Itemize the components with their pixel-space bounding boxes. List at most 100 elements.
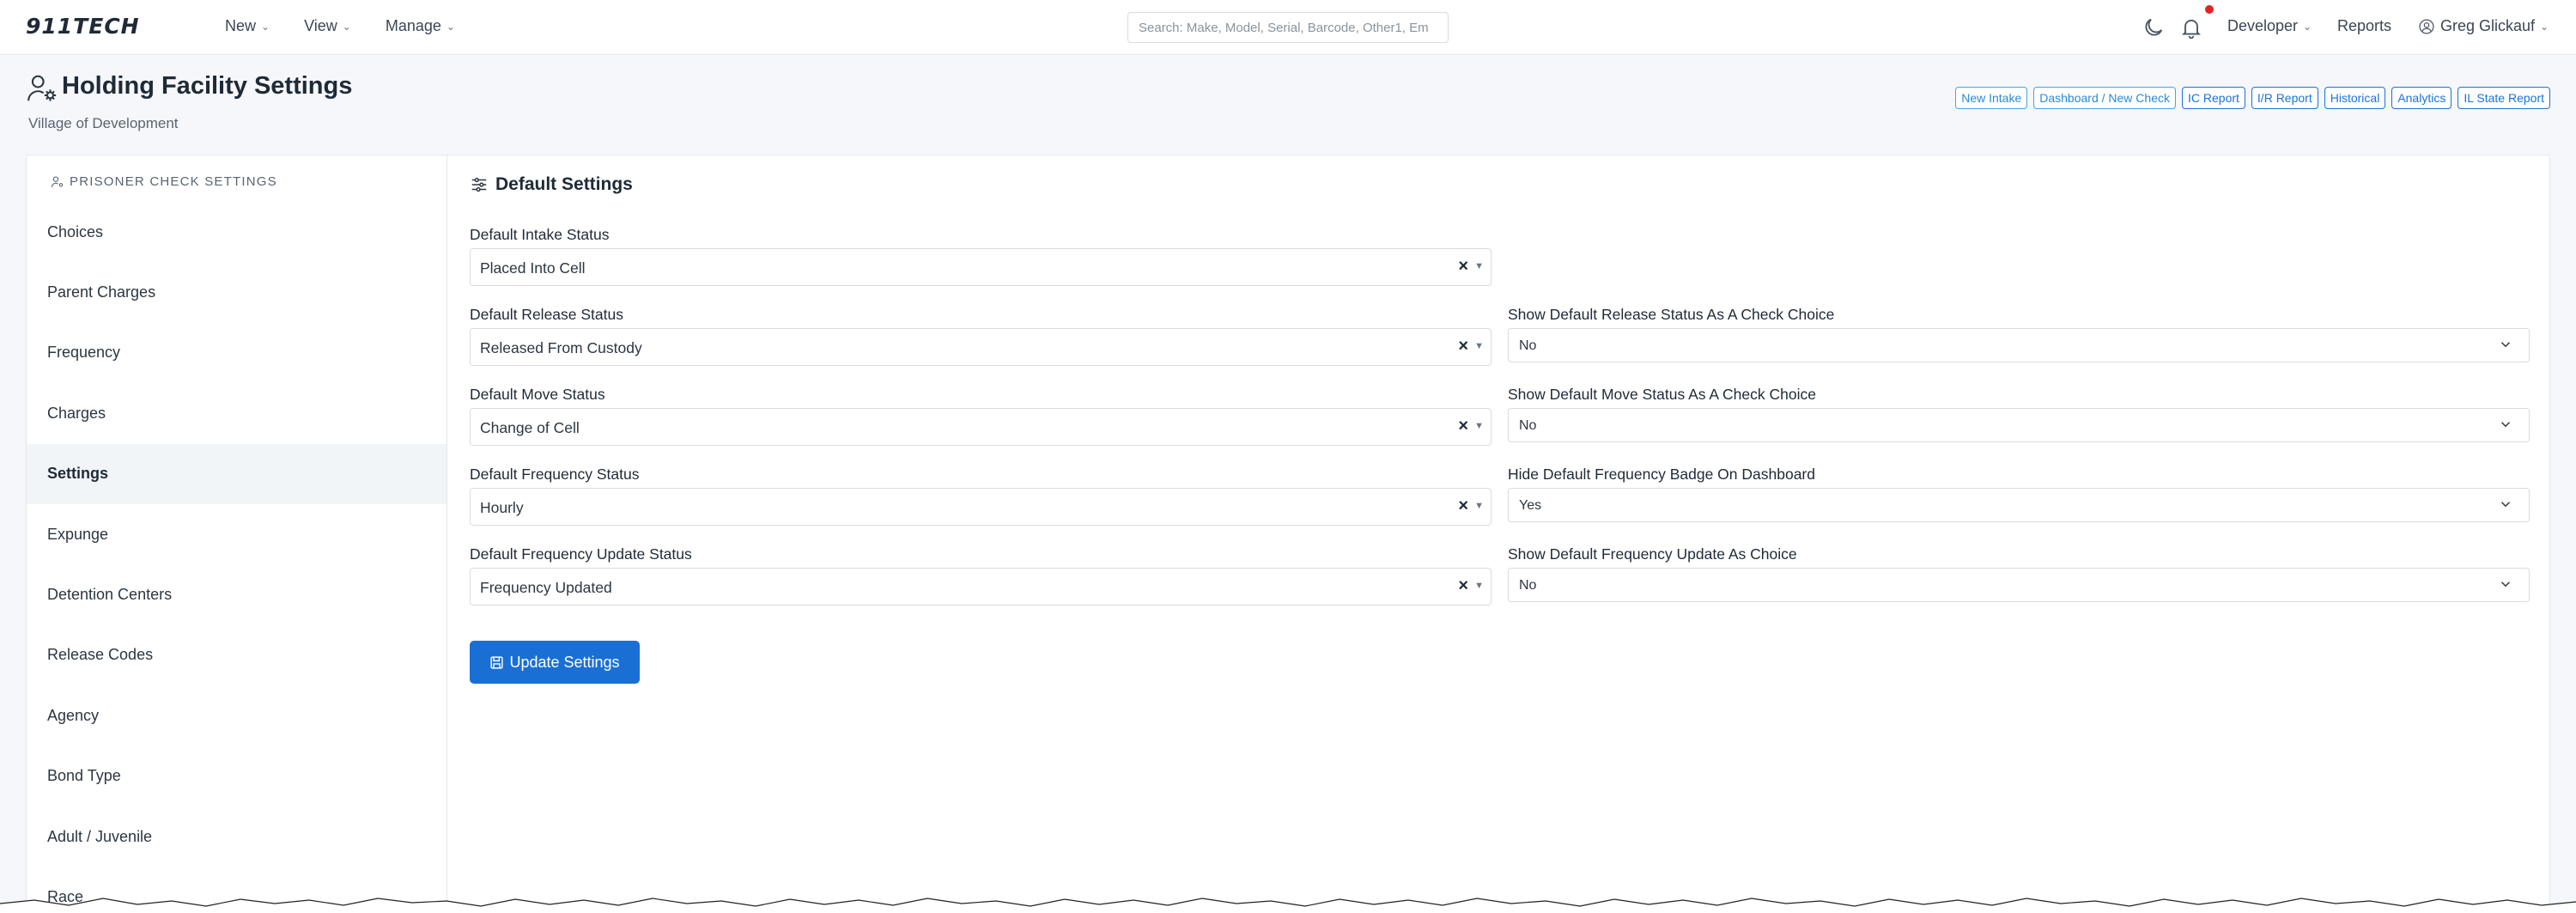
person-gear-icon	[27, 75, 57, 101]
chevron-down-icon	[2500, 422, 2511, 428]
search-input[interactable]	[1127, 12, 1449, 43]
show-release-choice-label: Show Default Release Status As A Check C…	[1508, 306, 1835, 323]
show-move-choice-label: Show Default Move Status As A Check Choi…	[1508, 386, 1816, 403]
frequency-status-select[interactable]: Hourly × ▼	[470, 488, 1492, 526]
analytics-button[interactable]: Analytics	[2391, 87, 2452, 109]
chevron-down-icon	[2500, 342, 2511, 348]
menu-new-label: New	[225, 17, 257, 34]
sidebar-item-frequency[interactable]: Frequency	[27, 323, 447, 383]
historical-button[interactable]: Historical	[2324, 87, 2386, 109]
torn-edge-decoration	[0, 898, 2576, 913]
frequency-update-status-select[interactable]: Frequency Updated × ▼	[470, 568, 1492, 606]
developer-label: Developer	[2227, 17, 2299, 34]
sidebar-item-detention-centers[interactable]: Detention Centers	[27, 564, 447, 624]
page-title: Holding Facility Settings	[62, 72, 353, 100]
caret-down-icon: ▼	[1474, 421, 1484, 431]
caret-down-icon: ▼	[1474, 501, 1484, 511]
menu-manage[interactable]: Manage ⌄	[386, 17, 455, 35]
update-settings-button[interactable]: Update Settings	[470, 641, 640, 684]
intake-status-select[interactable]: Placed Into Cell × ▼	[470, 248, 1492, 286]
chevron-down-icon: ⌄	[446, 20, 455, 33]
clear-icon[interactable]: ×	[1458, 257, 1468, 277]
sidebar-header-label: PRISONER CHECK SETTINGS	[70, 174, 277, 189]
menu-new[interactable]: New ⌄	[225, 17, 270, 35]
release-status-select[interactable]: Released From Custody × ▼	[470, 328, 1492, 366]
intake-status-value: Placed Into Cell	[480, 259, 586, 277]
user-name: Greg Glickauf	[2440, 17, 2536, 34]
hide-frequency-badge-value: Yes	[1519, 498, 1542, 513]
sidebar-header: PRISONER CHECK SETTINGS	[51, 174, 277, 189]
developer-menu[interactable]: Developer ⌄	[2227, 17, 2312, 35]
sidebar-item-charges[interactable]: Charges	[27, 383, 447, 443]
caret-down-icon: ▼	[1474, 341, 1484, 351]
show-frequency-update-select[interactable]: No	[1508, 568, 2530, 602]
release-status-value: Released From Custody	[480, 339, 642, 356]
frequency-status-label: Default Frequency Status	[470, 466, 640, 483]
menu-manage-label: Manage	[385, 17, 441, 34]
caret-down-icon: ▼	[1474, 581, 1484, 591]
sidebar-item-release-codes[interactable]: Release Codes	[27, 625, 447, 685]
sidebar-list: Choices Parent Charges Frequency Charges…	[27, 202, 447, 913]
move-status-select[interactable]: Change of Cell × ▼	[470, 408, 1492, 446]
sidebar-item-parent-charges[interactable]: Parent Charges	[27, 262, 447, 322]
content-title: Default Settings	[470, 174, 633, 195]
user-menu[interactable]: Greg Glickauf ⌄	[2418, 17, 2549, 35]
hide-frequency-badge-label: Hide Default Frequency Badge On Dashboar…	[1508, 466, 1815, 483]
clear-icon[interactable]: ×	[1458, 496, 1468, 516]
bell-icon[interactable]	[2179, 15, 2203, 40]
show-move-choice-value: No	[1519, 418, 1537, 433]
update-settings-label: Update Settings	[509, 653, 620, 671]
reports-link[interactable]: Reports	[2337, 17, 2391, 35]
moon-icon[interactable]	[2142, 15, 2166, 40]
chevron-down-icon: ⌄	[342, 20, 351, 33]
show-release-choice-value: No	[1519, 338, 1537, 353]
sidebar-item-adult-juvenile[interactable]: Adult / Juvenile	[27, 806, 447, 867]
caret-down-icon: ▼	[1474, 261, 1484, 271]
quick-links: New Intake Dashboard / New Check IC Repo…	[1955, 87, 2550, 109]
ir-report-button[interactable]: I/R Report	[2251, 87, 2318, 109]
save-icon	[490, 655, 504, 669]
frequency-update-status-label: Default Frequency Update Status	[470, 545, 692, 563]
il-state-report-button[interactable]: IL State Report	[2458, 87, 2550, 109]
sidebar-item-agency[interactable]: Agency	[27, 685, 447, 746]
clear-icon[interactable]: ×	[1458, 417, 1468, 436]
app-logo[interactable]: 911TECH	[26, 14, 140, 39]
dashboard-new-check-button[interactable]: Dashboard / New Check	[2033, 87, 2176, 109]
move-status-value: Change of Cell	[480, 419, 580, 436]
top-navbar: 911TECH New ⌄ View ⌄ Manage ⌄ Developer ⌄ Re…	[0, 0, 2576, 55]
show-frequency-update-value: No	[1519, 578, 1537, 593]
sidebar-item-bond-type[interactable]: Bond Type	[27, 746, 447, 806]
content-title-label: Default Settings	[495, 174, 633, 194]
person-gear-icon	[51, 175, 64, 187]
settings-card: PRISONER CHECK SETTINGS Choices Parent C…	[26, 155, 2550, 913]
menu-view[interactable]: View ⌄	[304, 17, 351, 35]
chevron-down-icon	[2500, 502, 2511, 508]
notification-badge	[2205, 5, 2214, 14]
ic-report-button[interactable]: IC Report	[2182, 87, 2245, 109]
intake-status-label: Default Intake Status	[470, 226, 610, 243]
frequency-status-value: Hourly	[480, 499, 524, 516]
chevron-down-icon: ⌄	[2303, 20, 2312, 33]
sliders-icon	[471, 177, 487, 192]
sidebar-item-choices[interactable]: Choices	[27, 202, 447, 262]
clear-icon[interactable]: ×	[1458, 337, 1468, 356]
settings-sidebar: PRISONER CHECK SETTINGS Choices Parent C…	[27, 155, 447, 912]
clear-icon[interactable]: ×	[1458, 576, 1468, 596]
user-circle-icon	[2419, 18, 2434, 34]
page-subtitle: Village of Development	[28, 115, 179, 131]
chevron-down-icon	[2500, 581, 2511, 587]
menu-view-label: View	[304, 17, 337, 34]
show-release-choice-select[interactable]: No	[1508, 328, 2530, 362]
new-intake-button[interactable]: New Intake	[1955, 87, 2028, 109]
show-frequency-update-label: Show Default Frequency Update As Choice	[1508, 545, 1797, 563]
chevron-down-icon: ⌄	[261, 20, 270, 33]
sidebar-item-settings[interactable]: Settings	[27, 443, 447, 504]
move-status-label: Default Move Status	[470, 386, 605, 403]
show-move-choice-select[interactable]: No	[1508, 408, 2530, 442]
hide-frequency-badge-select[interactable]: Yes	[1508, 488, 2530, 522]
chevron-down-icon: ⌄	[2540, 20, 2549, 33]
release-status-label: Default Release Status	[470, 306, 623, 323]
main-menu: New ⌄ View ⌄ Manage ⌄	[225, 17, 455, 35]
frequency-update-status-value: Frequency Updated	[480, 579, 612, 596]
sidebar-item-expunge[interactable]: Expunge	[27, 504, 447, 564]
